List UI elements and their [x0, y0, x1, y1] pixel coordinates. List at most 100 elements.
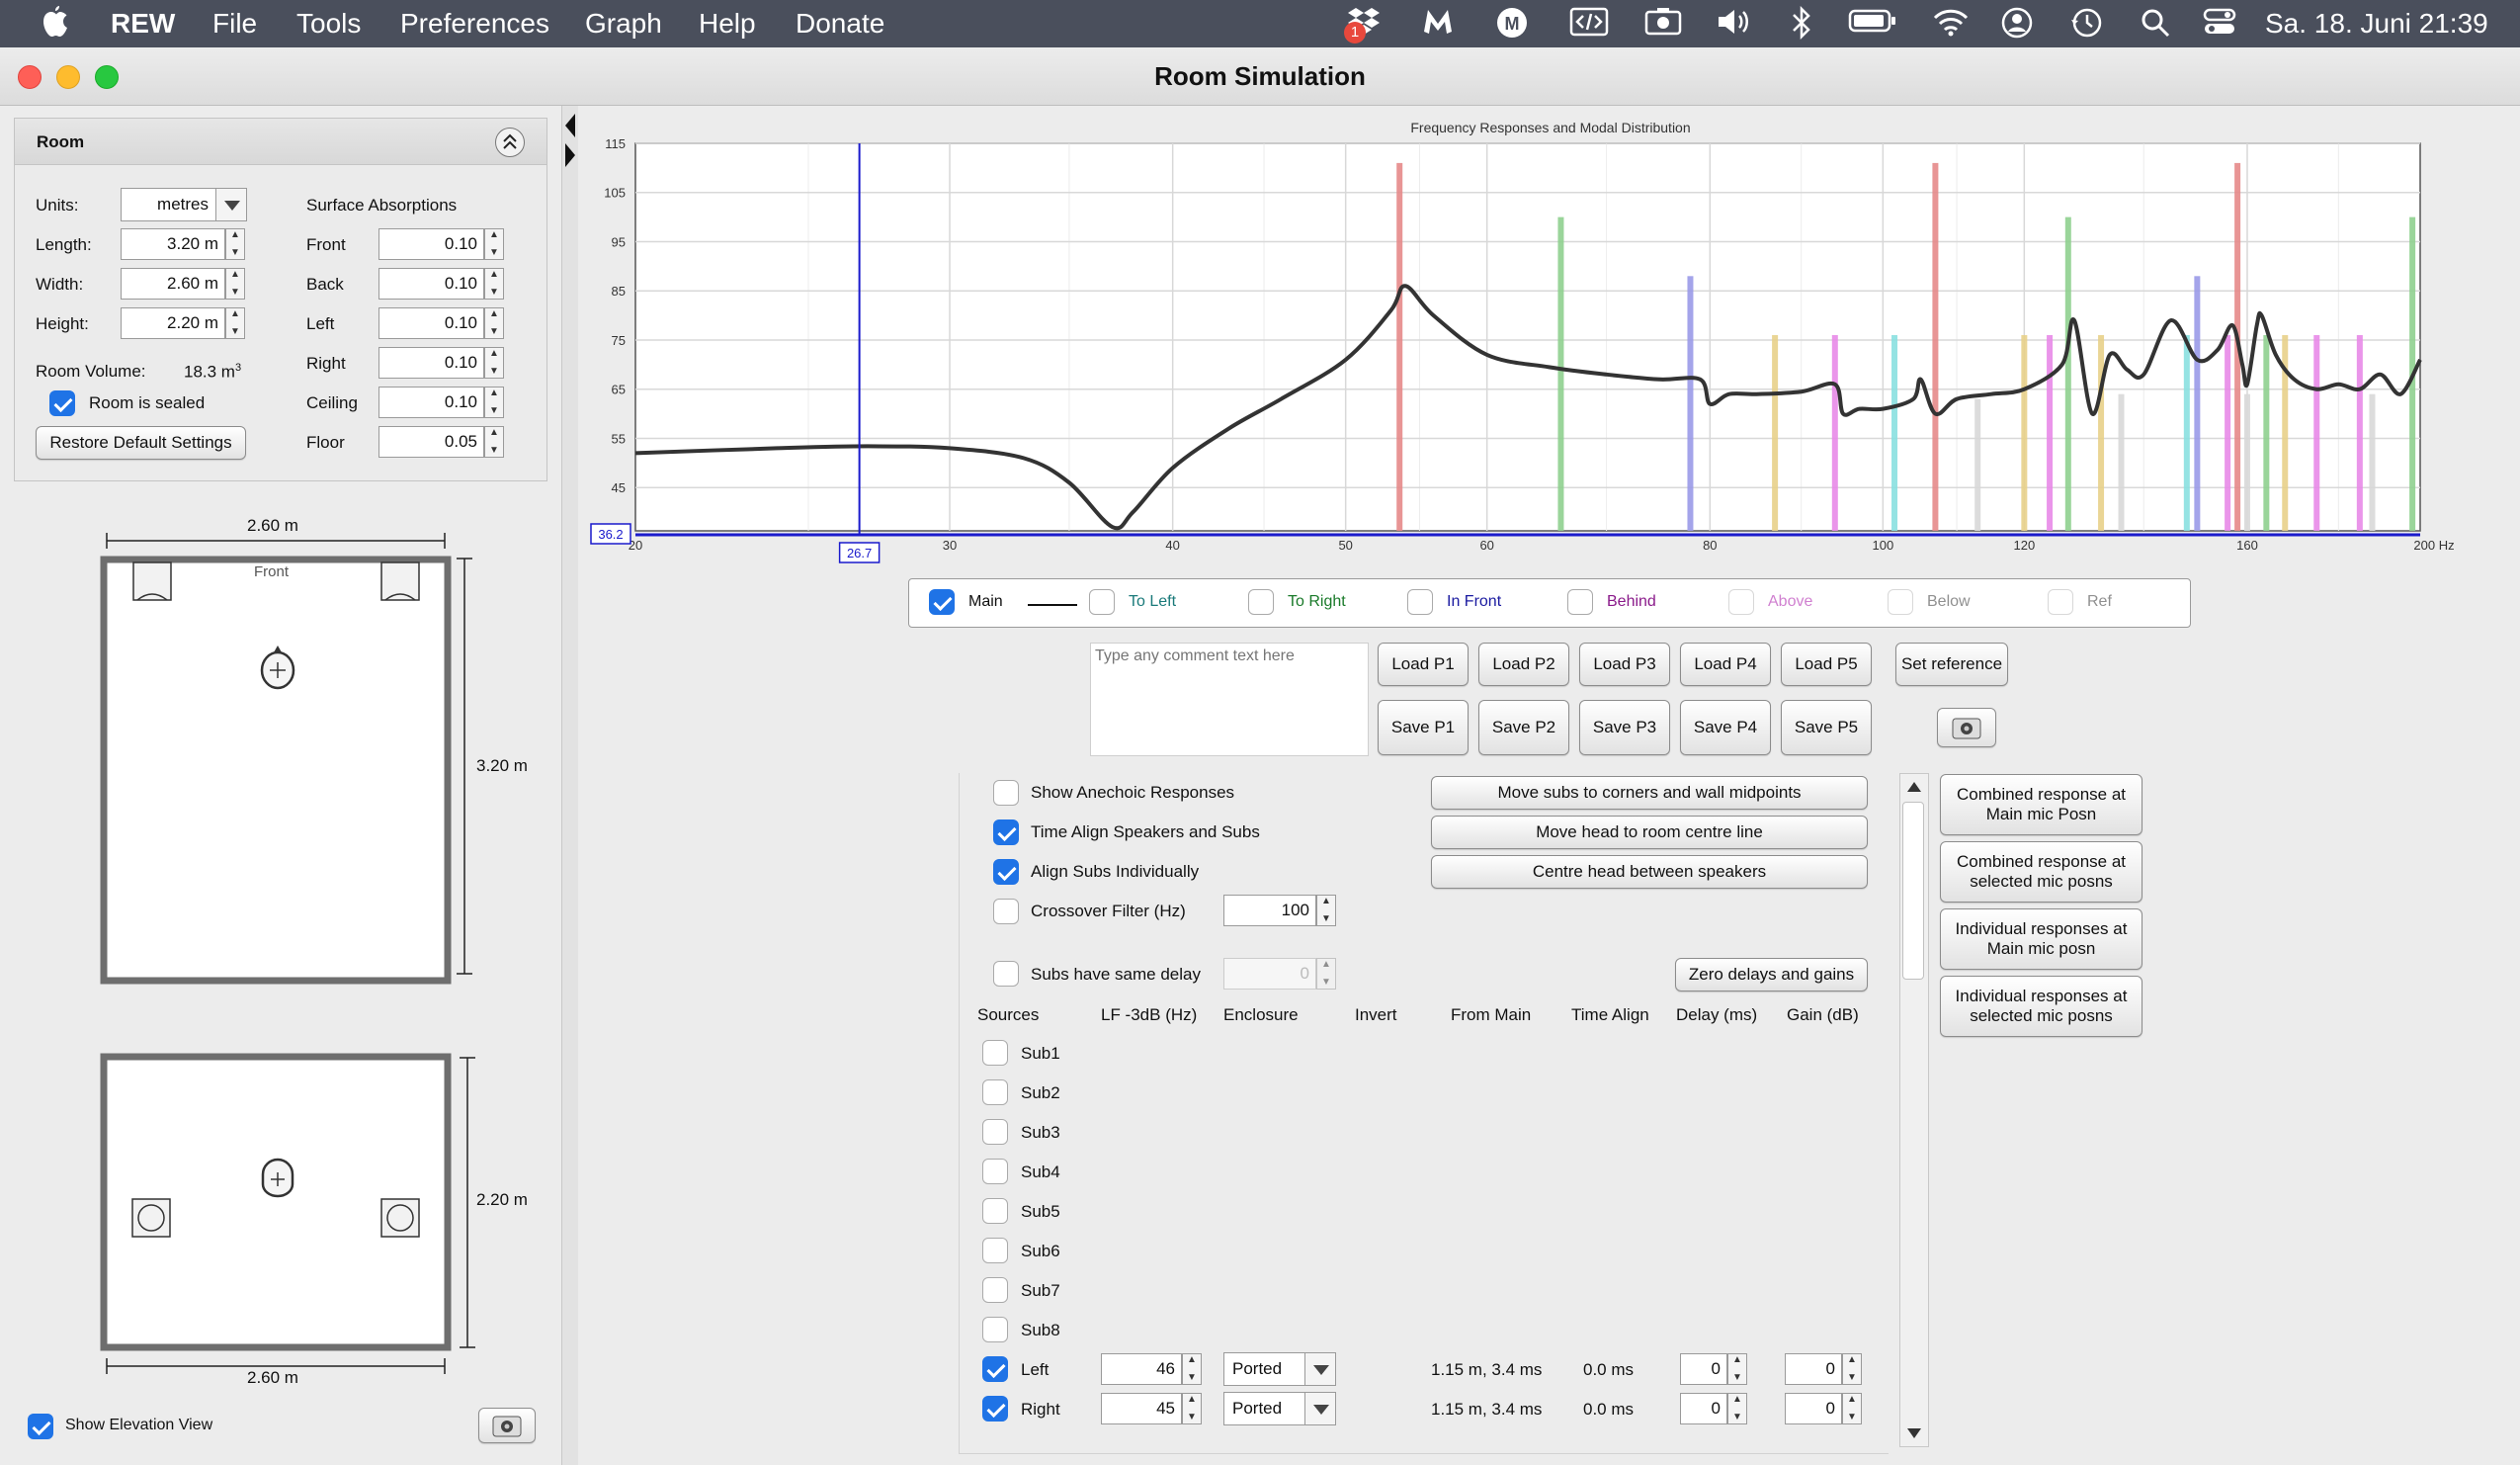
volume-icon[interactable] — [1715, 6, 1750, 42]
source-checkbox-sub5[interactable] — [982, 1198, 1008, 1224]
camera-icon[interactable] — [1643, 6, 1682, 42]
move-subs-corners-button[interactable]: Move subs to corners and wall midpoints — [1431, 776, 1868, 810]
source-checkbox-sub6[interactable] — [982, 1238, 1008, 1263]
legend-checkbox-to-right[interactable] — [1248, 589, 1274, 615]
width-stepper[interactable] — [225, 268, 245, 300]
time-machine-icon[interactable] — [2068, 6, 2104, 42]
collapse-left-arrow-icon[interactable] — [565, 114, 575, 137]
load-p2-button[interactable]: Load P2 — [1478, 643, 1569, 686]
split-divider[interactable] — [561, 106, 579, 1465]
align-subs-checkbox[interactable] — [993, 859, 1019, 885]
apple-icon[interactable] — [38, 6, 73, 42]
load-p1-button[interactable]: Load P1 — [1378, 643, 1469, 686]
load-p5-button[interactable]: Load P5 — [1781, 643, 1872, 686]
room-sealed-checkbox[interactable] — [49, 390, 75, 416]
height-stepper[interactable] — [225, 307, 245, 339]
snapshot-right-button[interactable] — [1937, 708, 1996, 747]
response-button-1[interactable]: Combined response at Main mic Posn — [1940, 774, 2142, 835]
length-stepper[interactable] — [225, 228, 245, 260]
malwarebytes-icon[interactable] — [1420, 6, 1456, 42]
listener-head-front-icon[interactable] — [261, 1158, 294, 1198]
gain-stepper-left[interactable] — [1842, 1353, 1862, 1385]
lf-field-left[interactable]: 46 — [1101, 1353, 1182, 1385]
lf-field-right[interactable]: 45 — [1101, 1393, 1182, 1424]
source-checkbox-sub2[interactable] — [982, 1079, 1008, 1105]
user-icon[interactable] — [1999, 6, 2035, 42]
absorption-stepper-ceiling[interactable] — [484, 387, 504, 418]
save-p2-button[interactable]: Save P2 — [1478, 700, 1569, 755]
sources-scrollbar[interactable] — [1899, 773, 1929, 1447]
absorption-field-back[interactable]: 0.10 — [378, 268, 484, 300]
legend-checkbox-above[interactable] — [1728, 589, 1754, 615]
menu-app-name[interactable]: REW — [111, 8, 175, 40]
menu-donate[interactable]: Donate — [796, 8, 884, 40]
load-p4-button[interactable]: Load P4 — [1680, 643, 1771, 686]
source-checkbox-left[interactable] — [982, 1356, 1008, 1382]
legend-checkbox-behind[interactable] — [1567, 589, 1593, 615]
scroll-up-arrow-icon[interactable] — [1907, 782, 1921, 792]
enclosure-select-left[interactable]: Ported — [1223, 1352, 1336, 1386]
save-p5-button[interactable]: Save P5 — [1781, 700, 1872, 755]
source-checkbox-sub8[interactable] — [982, 1317, 1008, 1342]
menu-tools[interactable]: Tools — [296, 8, 361, 40]
response-button-4[interactable]: Individual responses at selected mic posn… — [1940, 976, 2142, 1037]
lf-stepper-left[interactable] — [1182, 1353, 1202, 1385]
delay-stepper-right[interactable] — [1727, 1393, 1747, 1424]
restore-default-settings-button[interactable]: Restore Default Settings — [36, 426, 246, 460]
time-align-checkbox[interactable] — [993, 819, 1019, 845]
right-speaker-front-icon[interactable] — [380, 1198, 420, 1238]
legend-checkbox-below[interactable] — [1888, 589, 1913, 615]
absorption-field-floor[interactable]: 0.05 — [378, 426, 484, 458]
legend-checkbox-main[interactable] — [929, 589, 955, 615]
width-field[interactable]: 2.60 m — [121, 268, 225, 300]
save-p3-button[interactable]: Save P3 — [1579, 700, 1670, 755]
source-checkbox-sub1[interactable] — [982, 1040, 1008, 1066]
source-checkbox-sub3[interactable] — [982, 1119, 1008, 1145]
load-p3-button[interactable]: Load P3 — [1579, 643, 1670, 686]
response-button-2[interactable]: Combined response at selected mic posns — [1940, 841, 2142, 903]
menu-file[interactable]: File — [212, 8, 257, 40]
legend-checkbox-in-front[interactable] — [1407, 589, 1433, 615]
frequency-response-chart[interactable]: Frequency Responses and Modal Distributi… — [578, 111, 2520, 570]
subs-delay-stepper[interactable] — [1316, 958, 1336, 990]
response-button-3[interactable]: Individual responses at Main mic posn — [1940, 908, 2142, 970]
gain-field-left[interactable]: 0 — [1785, 1353, 1842, 1385]
delay-stepper-left[interactable] — [1727, 1353, 1747, 1385]
battery-icon[interactable] — [1848, 6, 1897, 42]
save-p4-button[interactable]: Save P4 — [1680, 700, 1771, 755]
show-elevation-view-checkbox[interactable] — [28, 1414, 53, 1439]
source-checkbox-sub4[interactable] — [982, 1159, 1008, 1184]
bluetooth-icon[interactable] — [1784, 5, 1819, 42]
subs-same-delay-checkbox[interactable] — [993, 961, 1019, 987]
source-checkbox-right[interactable] — [982, 1396, 1008, 1422]
gain-stepper-right[interactable] — [1842, 1393, 1862, 1424]
wifi-icon[interactable] — [1932, 6, 1969, 42]
set-reference-button[interactable]: Set reference — [1895, 643, 2008, 686]
left-speaker-icon[interactable] — [132, 561, 172, 601]
absorption-stepper-right[interactable] — [484, 347, 504, 379]
absorption-field-left[interactable]: 0.10 — [378, 307, 484, 339]
menu-graph[interactable]: Graph — [585, 8, 662, 40]
absorption-stepper-front[interactable] — [484, 228, 504, 260]
legend-checkbox-ref[interactable] — [2048, 589, 2073, 615]
lf-stepper-right[interactable] — [1182, 1393, 1202, 1424]
collapse-panel-button[interactable] — [495, 128, 525, 157]
absorption-stepper-floor[interactable] — [484, 426, 504, 458]
length-field[interactable]: 3.20 m — [121, 228, 225, 260]
absorption-stepper-back[interactable] — [484, 268, 504, 300]
absorption-field-front[interactable]: 0.10 — [378, 228, 484, 260]
control-center-icon[interactable] — [2202, 6, 2237, 42]
subs-delay-field[interactable]: 0 — [1223, 958, 1316, 990]
right-speaker-icon[interactable] — [380, 561, 420, 601]
legend-checkbox-to-left[interactable] — [1089, 589, 1115, 615]
move-head-centre-line-button[interactable]: Move head to room centre line — [1431, 816, 1868, 849]
crossover-filter-checkbox[interactable] — [993, 899, 1019, 924]
save-p1-button[interactable]: Save P1 — [1378, 700, 1469, 755]
snapshot-left-button[interactable] — [478, 1408, 536, 1443]
expand-right-arrow-icon[interactable] — [565, 143, 575, 167]
menu-clock[interactable]: Sa. 18. Juni 21:39 — [2265, 8, 2488, 40]
crossover-filter-field[interactable]: 100 — [1223, 895, 1316, 926]
menu-preferences[interactable]: Preferences — [400, 8, 549, 40]
absorption-field-ceiling[interactable]: 0.10 — [378, 387, 484, 418]
centre-head-between-speakers-button[interactable]: Centre head between speakers — [1431, 855, 1868, 889]
